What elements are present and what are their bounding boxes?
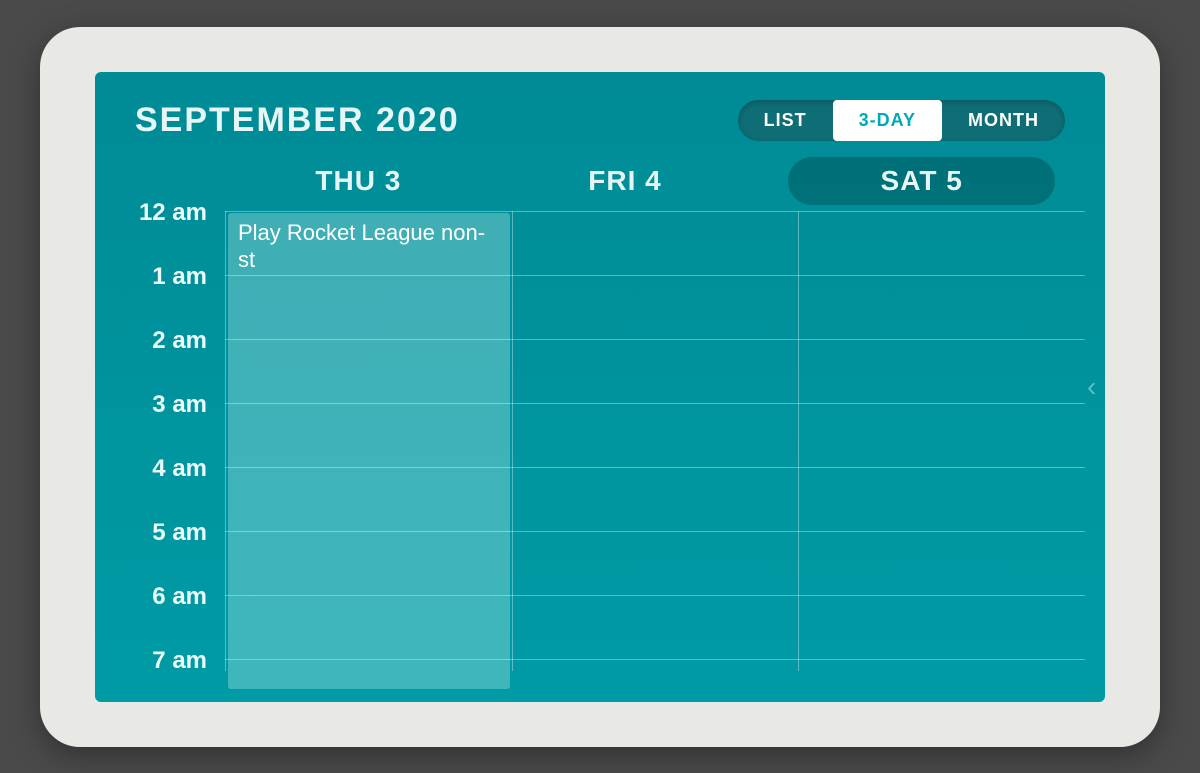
- time-label: 12 am: [95, 201, 225, 265]
- hour-line: [225, 275, 1085, 276]
- day-header-fri[interactable]: FRI 4: [492, 157, 759, 205]
- day-headers: THU 3 FRI 4 SAT 5: [95, 157, 1105, 205]
- day-header-thu[interactable]: THU 3: [225, 157, 492, 205]
- time-label: 7 am: [95, 649, 225, 702]
- hour-line: [225, 531, 1085, 532]
- day-column-fri[interactable]: [512, 211, 799, 671]
- hour-line: [225, 659, 1085, 660]
- time-label: 3 am: [95, 393, 225, 457]
- calendar-grid-wrap: 12 am 1 am 2 am 3 am 4 am 5 am 6 am 7 am…: [95, 211, 1105, 671]
- view-3day-button[interactable]: 3-DAY: [833, 100, 942, 141]
- hour-line: [225, 467, 1085, 468]
- page-title: SEPTEMBER 2020: [135, 101, 460, 140]
- day-header-sat[interactable]: SAT 5: [788, 157, 1055, 205]
- calendar-event[interactable]: Play Rocket League non-st: [228, 213, 510, 689]
- hour-line: [225, 595, 1085, 596]
- view-toggle: LIST 3-DAY MONTH: [738, 100, 1065, 141]
- hour-line: [225, 403, 1085, 404]
- time-label: 5 am: [95, 521, 225, 585]
- time-label: 1 am: [95, 265, 225, 329]
- device-frame: SEPTEMBER 2020 LIST 3-DAY MONTH THU 3 FR…: [40, 27, 1160, 747]
- chevron-left-icon[interactable]: ‹: [1087, 367, 1101, 407]
- time-label: 4 am: [95, 457, 225, 521]
- view-list-button[interactable]: LIST: [738, 100, 833, 141]
- time-axis: 12 am 1 am 2 am 3 am 4 am 5 am 6 am 7 am: [95, 211, 225, 702]
- header: SEPTEMBER 2020 LIST 3-DAY MONTH: [95, 72, 1105, 149]
- screen: SEPTEMBER 2020 LIST 3-DAY MONTH THU 3 FR…: [95, 72, 1105, 702]
- day-column-thu[interactable]: Play Rocket League non-st: [225, 211, 512, 671]
- time-label: 6 am: [95, 585, 225, 649]
- calendar-grid[interactable]: Play Rocket League non-st: [225, 211, 1085, 671]
- time-label: 2 am: [95, 329, 225, 393]
- hour-line: [225, 211, 1085, 212]
- day-column-sat[interactable]: [798, 211, 1085, 671]
- view-month-button[interactable]: MONTH: [942, 100, 1065, 141]
- hour-line: [225, 339, 1085, 340]
